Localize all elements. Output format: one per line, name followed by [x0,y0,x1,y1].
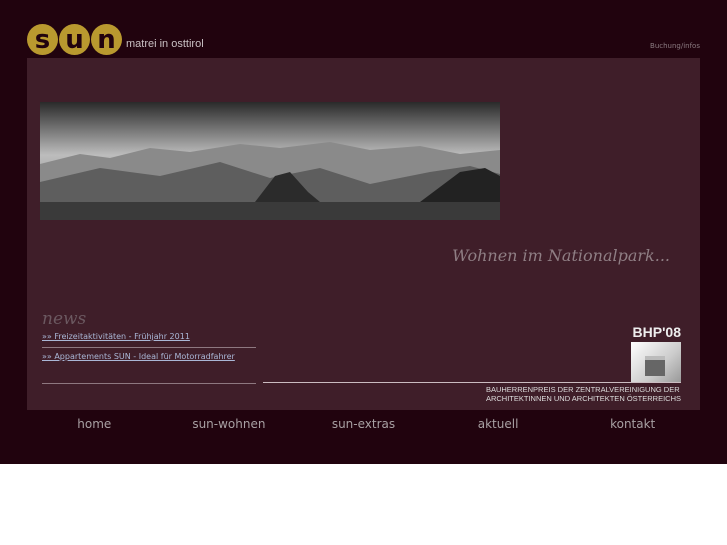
logo[interactable]: s u n matrei in osttirol [27,24,204,55]
main-nav: home sun-wohnen sun-extras aktuell konta… [27,417,700,431]
nav-aktuell[interactable]: aktuell [431,417,566,431]
logo-tagline: matrei in osttirol [126,37,204,50]
news-item[interactable]: »» Appartements SUN - Ideal für Motorrad… [42,349,256,364]
slogan: Wohnen im Nationalpark... [452,246,670,265]
award-badge[interactable]: BHP'08 [631,324,681,382]
divider [263,382,681,383]
mountain-panorama-image [40,102,500,220]
site: s u n matrei in osttirol Buchung/infos W… [0,0,727,464]
booking-link[interactable]: Buchung/infos [650,42,700,50]
divider [42,383,256,384]
news-item[interactable]: »» Freizeitaktivitäten - Frühjahr 2011 [42,329,256,344]
logo-letter: u [59,24,90,55]
news-heading: news [42,309,87,329]
nav-kontakt[interactable]: kontakt [565,417,700,431]
logo-letter: s [27,24,58,55]
nav-sun-extras[interactable]: sun-extras [296,417,431,431]
content-panel: Wohnen im Nationalpark... news »» Freize… [27,58,700,410]
logo-letter: n [91,24,122,55]
nav-sun-wohnen[interactable]: sun-wohnen [162,417,297,431]
award-line: BAUHERRENPREIS DER ZENTRALVEREINIGUNG DE… [485,385,680,394]
award-description: BAUHERRENPREIS DER ZENTRALVEREINIGUNG DE… [486,385,681,403]
award-image [631,342,681,382]
nav-home[interactable]: home [27,417,162,431]
award-line: ARCHITEKTINNEN UND ARCHITEKTEN ÖSTERREIC… [485,394,681,403]
divider [42,347,256,348]
award-title: BHP'08 [632,324,681,340]
